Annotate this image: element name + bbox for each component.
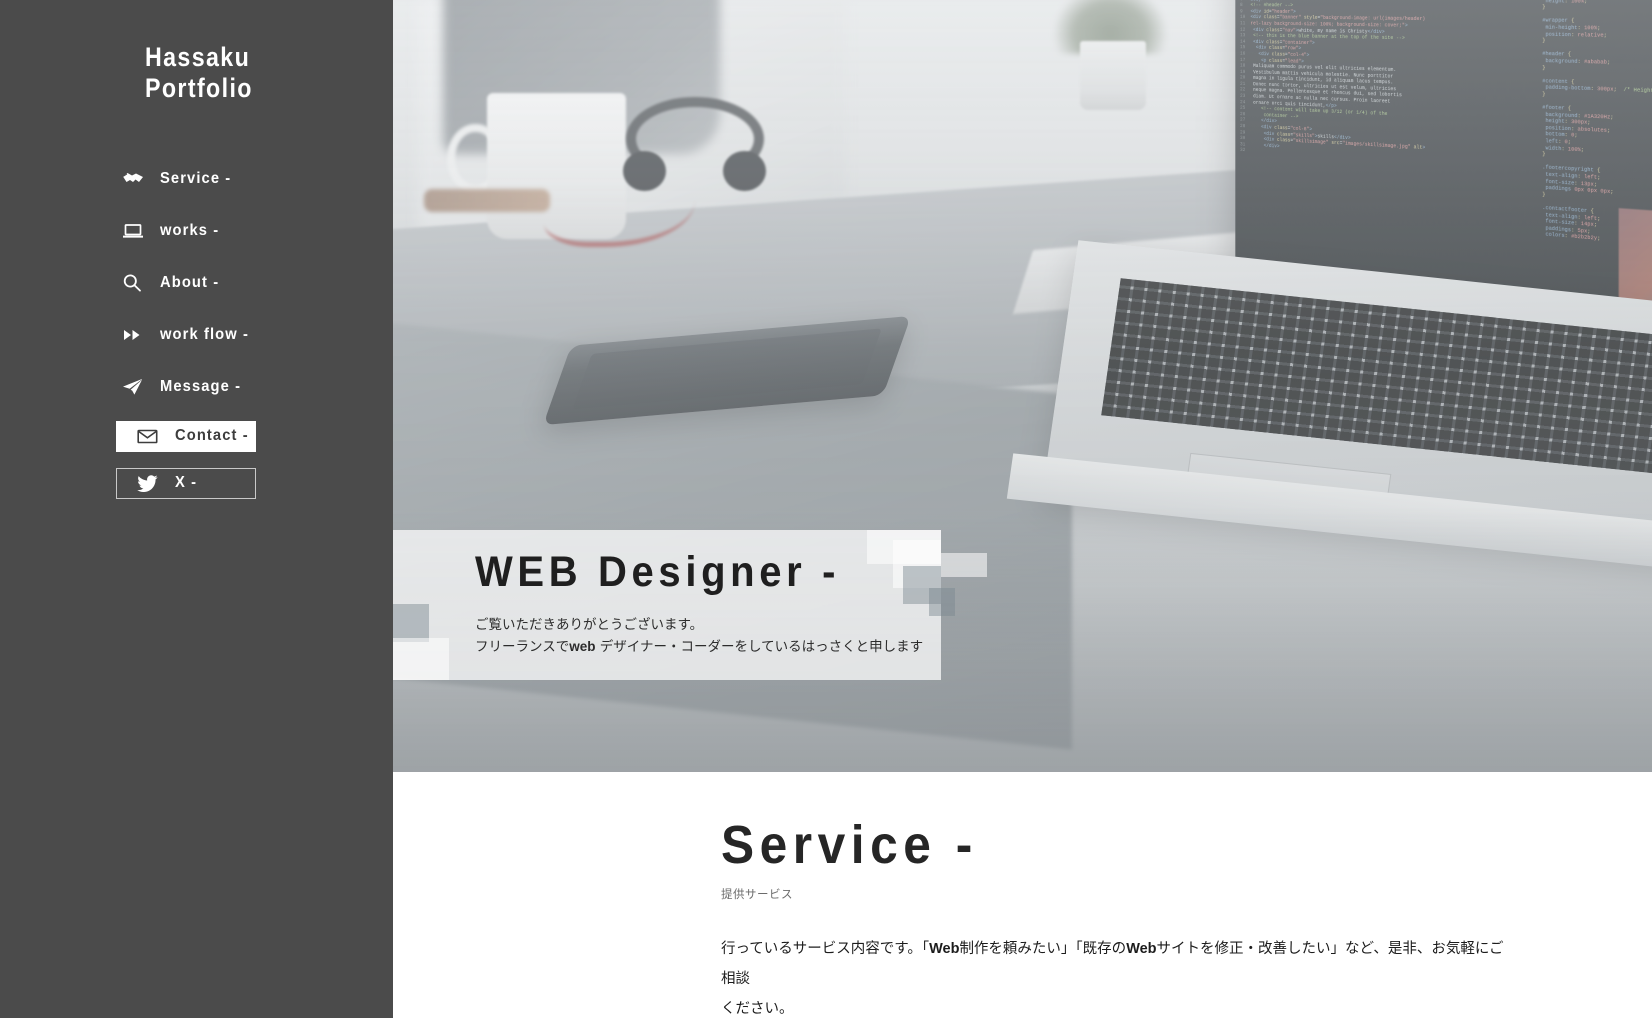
service-subtitle: 提供サービス <box>721 887 793 901</box>
sidebar-item-label: Message - <box>160 377 242 395</box>
hero-text-block: WEB Designer - ご覧いただきありがとうございます。 フリーランスで… <box>475 548 923 658</box>
contact-button-label: Contact - <box>175 427 249 445</box>
x-button-label: X - <box>175 474 198 492</box>
x-button-wrapper: X - <box>116 467 393 499</box>
service-title: Service - <box>721 815 978 875</box>
service-section: Service - 提供サービス 行っているサービス内容です。「Web制作を頼み… <box>393 772 1652 1018</box>
hero-subtitle-pre: フリーランスで <box>475 639 570 655</box>
main-content: 1 <meta http-equiv="Content-Type" conten… <box>393 0 1652 1018</box>
hero-subtitle: ご覧いただきありがとうございます。 フリーランスでweb デザイナー・コーダーを… <box>475 614 923 658</box>
hero-subtitle-line-1: ご覧いただきありがとうございます。 <box>475 617 704 633</box>
service-body-part-1: 行っているサービス内容です。「 <box>721 941 930 957</box>
logo-line-2: Portfolio <box>145 73 253 104</box>
search-icon <box>122 273 152 293</box>
sidebar-item-about[interactable]: About - <box>122 265 393 301</box>
service-body-part-4: ください。 <box>721 1001 794 1017</box>
sidebar-item-label: work flow - <box>160 325 250 343</box>
sidebar-item-works[interactable]: works - <box>122 213 393 249</box>
paper-plane-icon <box>122 378 152 396</box>
sidebar: Hassaku Portfolio Service - works - Abou… <box>0 0 393 1018</box>
service-body-web-1: Web <box>929 941 960 957</box>
glitch-block-4 <box>929 588 955 616</box>
sidebar-item-work-flow[interactable]: work flow - <box>122 317 393 353</box>
service-body-part-2: 制作を頼みたい」「既存の <box>959 941 1127 957</box>
site-logo[interactable]: Hassaku Portfolio <box>145 42 358 105</box>
hero-subtitle-line-2: フリーランスでweb デザイナー・コーダーをしているはっさくと申します <box>475 636 923 658</box>
page-root: Hassaku Portfolio Service - works - Abou… <box>0 0 1652 1018</box>
envelope-icon <box>137 429 167 444</box>
hero-subtitle-web: web <box>569 639 596 654</box>
contact-button-wrapper: Contact - <box>116 420 393 452</box>
sidebar-item-label: About - <box>160 273 220 291</box>
hero-subtitle-post: デザイナー・コーダーをしているはっさくと申します <box>595 639 924 655</box>
sidebar-item-label: works - <box>160 221 220 239</box>
sidebar-item-message[interactable]: Message - <box>122 369 393 405</box>
contact-button[interactable]: Contact - <box>116 420 256 452</box>
sidebar-item-service[interactable]: Service - <box>122 161 393 197</box>
service-body-text: 行っているサービス内容です。「Web制作を頼みたい」「既存のWebサイトを修正・… <box>721 934 1511 1018</box>
twitter-bird-icon <box>137 474 167 492</box>
glitch-block-5 <box>941 553 987 577</box>
laptop-icon <box>122 223 152 239</box>
logo-line-1: Hassaku <box>145 42 251 72</box>
hero-section: 1 <meta http-equiv="Content-Type" conten… <box>393 0 1652 772</box>
service-inner: Service - 提供サービス 行っているサービス内容です。「Web制作を頼み… <box>393 772 1652 1018</box>
sidebar-item-label: Service - <box>160 169 232 187</box>
glitch-block-7 <box>393 638 449 680</box>
x-social-button[interactable]: X - <box>116 467 256 499</box>
handshake-icon <box>122 171 152 187</box>
hero-title: WEB Designer - <box>475 548 841 596</box>
fast-forward-icon <box>122 328 152 342</box>
main-navigation: Service - works - About - work flow - Me… <box>0 161 393 499</box>
glitch-block-6 <box>393 604 429 642</box>
service-body-web-2: Web <box>1126 941 1157 957</box>
